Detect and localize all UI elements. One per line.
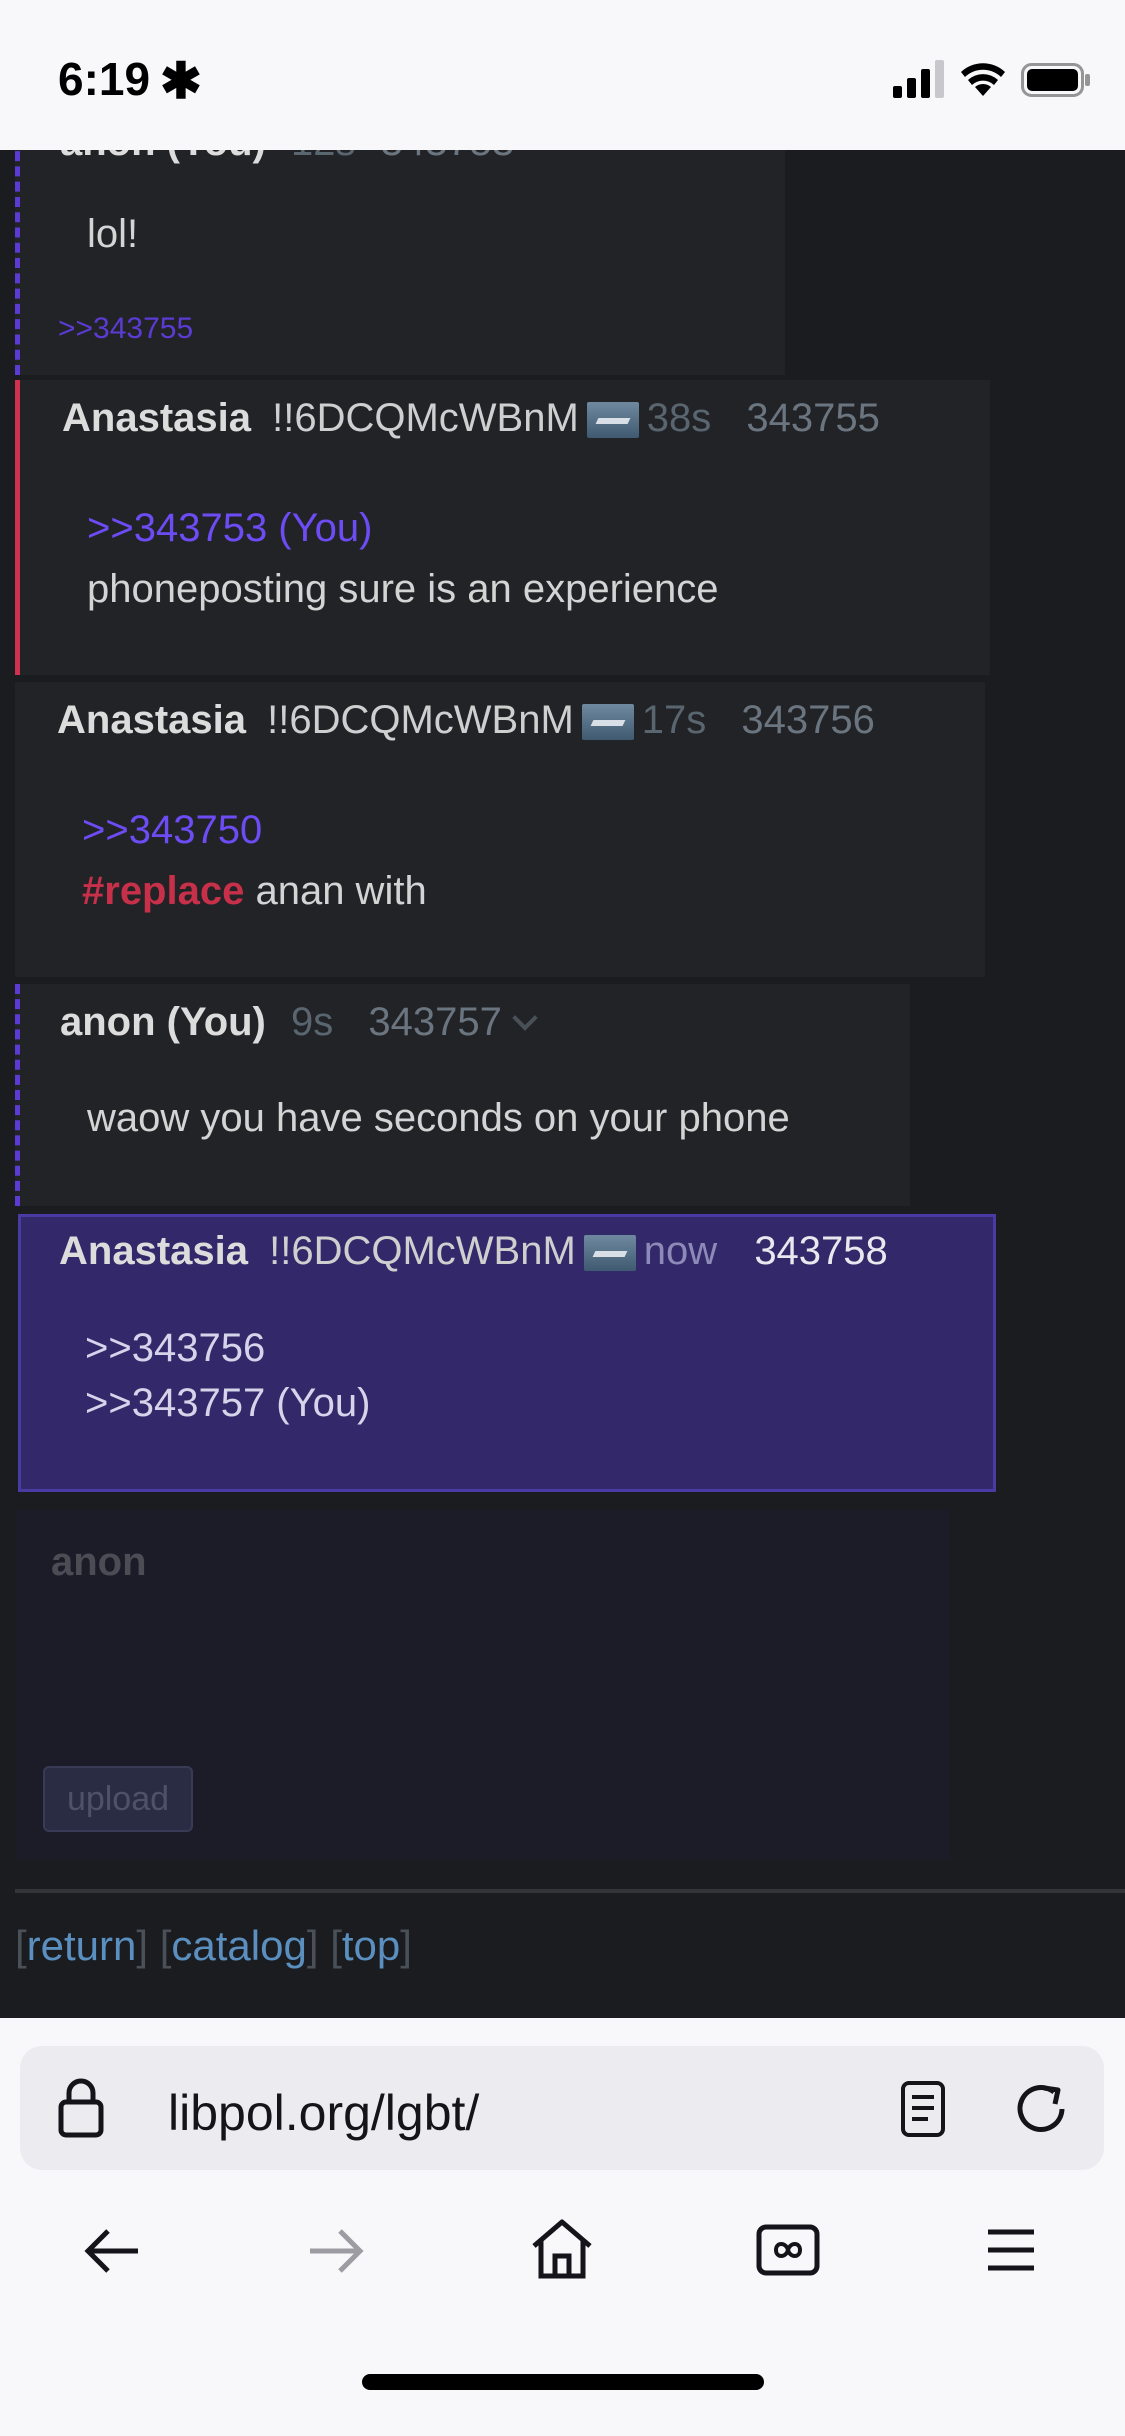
status-bar: 6:19 ✱ [0,0,1125,150]
post-header: anon (You) 9s 343757 [60,1000,538,1045]
post-343757: anon (You) 9s 343757 waow you have secon… [15,984,910,1206]
poster-name: anon (You) [60,150,266,164]
thread: anon (You) 12s 343753 lol! >>343755 Anas… [0,150,1125,2018]
bracket: [ [159,1922,172,1969]
poster-name: Anastasia [57,698,246,742]
post-343756: Anastasia !!6DCQMcWBnM 17s 343756 >>34375… [15,682,985,977]
backlink[interactable]: >>343755 [58,312,193,346]
menu-icon[interactable] [986,2228,1036,2272]
quote-link[interactable]: >>343757 (You) [85,1381,370,1426]
bracket: [ [330,1922,342,1969]
chevron-down-icon[interactable] [512,1005,538,1031]
hashtag-link[interactable]: #replace [82,869,244,913]
post-text-rest: anan with [244,869,427,913]
flag-icon [586,402,639,439]
post-header: Anastasia !!6DCQMcWBnM now 343758 [59,1229,888,1274]
address-bar[interactable]: libpol.org/lgbt/ [20,2046,1104,2170]
lock-icon [58,2078,104,2138]
back-icon[interactable] [82,2226,142,2276]
post-id[interactable]: 343755 [746,396,879,440]
post-age: now [643,1229,718,1273]
post-text: #replace anan with [82,869,427,914]
poster-name: anon (You) [60,1000,266,1044]
bracket: ] [400,1922,412,1969]
wifi-icon [961,63,1005,96]
post-343758: Anastasia !!6DCQMcWBnM now 343758 >>34375… [18,1214,996,1492]
post-age: 38s [646,396,712,440]
tripcode: !!6DCQMcWBnM [269,1229,576,1273]
post-text: waow you have seconds on your phone [87,1096,790,1140]
bluetooth-icon: ✱ [160,53,202,109]
url-text[interactable]: libpol.org/lgbt/ [168,2084,479,2142]
post-id[interactable]: 343758 [754,1229,887,1273]
tabs-icon[interactable] [756,2224,820,2276]
post-id[interactable]: 343757 [368,1000,501,1044]
flag-icon [581,704,634,741]
bracket: ] [306,1922,319,1969]
home-icon[interactable] [530,2218,594,2280]
signal-icon [893,60,944,98]
post-age: 12s [291,150,356,164]
catalog-link[interactable]: catalog [171,1922,306,1969]
battery-icon [1021,63,1090,97]
bracket: ] [136,1922,149,1969]
post-header: anon (You) 12s 343753 [60,150,514,165]
divider [15,1889,1125,1893]
name-field[interactable]: anon [51,1540,147,1585]
flag-icon [583,1235,636,1272]
tripcode: !!6DCQMcWBnM [272,396,579,440]
bracket: [ [15,1922,27,1969]
post-343753: anon (You) 12s 343753 lol! >>343755 [15,150,785,375]
post-343755: Anastasia !!6DCQMcWBnM 38s 343755 >>34375… [15,380,990,675]
return-link[interactable]: return [27,1922,137,1969]
status-time: 6:19 [58,53,151,105]
reload-icon[interactable] [1012,2080,1070,2138]
upload-button[interactable]: upload [43,1766,193,1832]
post-age: 17s [641,698,707,742]
post-id[interactable]: 343756 [741,698,874,742]
poster-name: Anastasia [62,396,251,440]
quote-link[interactable]: >>343750 [82,808,262,853]
post-header: Anastasia !!6DCQMcWBnM 38s 343755 [62,396,880,441]
quote-link[interactable]: >>343756 [85,1326,265,1371]
post-header: Anastasia !!6DCQMcWBnM 17s 343756 [57,698,875,743]
post-id[interactable]: 343753 [381,150,514,164]
post-age: 9s [291,1000,334,1044]
forward-icon[interactable] [306,2226,366,2276]
top-link[interactable]: top [342,1922,400,1969]
post-text: phoneposting sure is an experience [87,567,719,611]
tripcode: !!6DCQMcWBnM [267,698,574,742]
thread-nav: [return] [catalog] [top] [15,1922,412,1970]
home-indicator[interactable] [362,2374,764,2390]
quote-link[interactable]: >>343753 (You) [87,506,372,551]
post-text: lol! [87,212,139,256]
reply-form: anon upload [15,1510,950,1860]
poster-name: Anastasia [59,1229,248,1273]
reader-icon[interactable] [900,2080,946,2138]
